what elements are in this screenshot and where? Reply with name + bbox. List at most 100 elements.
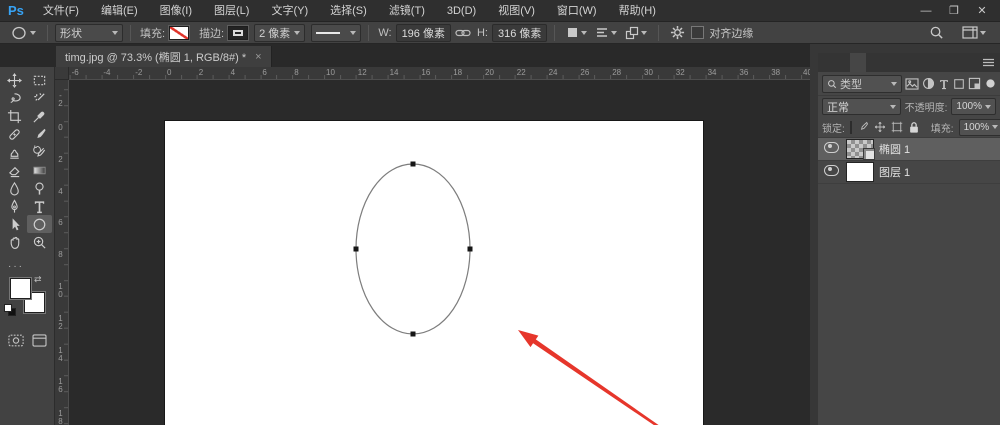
workspace-switcher-button[interactable] [962,26,986,39]
visibility-toggle[interactable] [822,142,841,156]
lock-all-icon[interactable] [908,121,920,134]
filter-shape-layers-icon[interactable] [953,77,965,91]
ruler-number: 24 [548,68,558,77]
fill-field[interactable]: 100% [958,118,1000,136]
tool-horizontal-type[interactable] [27,197,52,215]
horizontal-ruler[interactable]: -6 -4 -2 0 2 4 6 8 10 12 14 16 18 20 22 24 26 28 30 32 34 36 3… [69,67,810,80]
tool-zoom[interactable] [27,233,52,251]
align-edges-checkbox[interactable] [691,26,705,39]
menu-item[interactable]: 文件(F) [32,0,90,22]
panel-tab[interactable] [834,53,850,72]
stroke-style-select[interactable] [311,23,362,42]
lock-position-icon[interactable] [874,121,886,133]
close-button[interactable]: ✕ [968,0,996,22]
vertical-ruler[interactable]: -2 0 2 4 6 8 10 12 14 16 18 [55,80,69,425]
search-icon[interactable] [929,25,944,40]
lock-artboard-icon[interactable] [891,121,903,133]
workspace-icon [962,26,978,39]
anchor-point[interactable] [410,331,416,337]
filter-type-layers-icon[interactable] [938,77,950,91]
quick-mask-button[interactable] [8,334,24,347]
gear-icon [671,25,685,40]
tab-close-button[interactable]: × [255,51,261,63]
blend-mode-select[interactable]: 正常 [822,98,901,115]
tool-path-selection[interactable] [2,215,27,233]
menu-item[interactable]: 3D(D) [436,0,487,22]
minimize-button[interactable]: — [912,0,940,22]
menu-item[interactable]: 帮助(H) [608,0,667,22]
tool-brush[interactable] [27,125,52,143]
panel-tab[interactable] [882,53,898,72]
tool-blur[interactable] [2,179,27,197]
panel-menu-button[interactable] [982,53,1000,72]
tool-preset-picker[interactable] [10,26,36,40]
layer-thumbnail[interactable] [847,140,875,160]
ruler-origin-corner[interactable] [55,67,69,80]
geometry-options-button[interactable] [670,25,685,40]
menu-item[interactable]: 窗口(W) [546,0,608,22]
tool-eraser[interactable] [2,161,27,179]
menu-item[interactable]: 图层(L) [203,0,260,22]
tool-dodge[interactable] [27,179,52,197]
tool-move[interactable] [2,71,27,89]
filter-adjustment-layers-icon[interactable] [922,77,935,91]
edit-toolbar-ellipsis[interactable]: ··· [8,261,54,272]
tool-magic-wand[interactable] [27,89,52,107]
tool-clone-stamp[interactable] [2,143,27,161]
menu-item[interactable]: 视图(V) [487,0,546,22]
anchor-point[interactable] [353,246,359,252]
default-colors-icon[interactable] [4,304,16,316]
layer-row[interactable]: 椭圆 1 [818,138,1000,161]
ellipse-path[interactable] [355,163,471,335]
menu-item[interactable]: 编辑(E) [90,0,149,22]
layer-filter-toggle[interactable] [984,77,996,91]
width-label: W: [378,26,392,39]
shape-height-field[interactable]: 316 像素 [491,23,548,42]
menu-item[interactable]: 选择(S) [319,0,378,22]
tool-eyedropper[interactable] [27,107,52,125]
anchor-point[interactable] [410,161,416,167]
filter-type-select[interactable]: 类型 [822,74,902,93]
panel-tab[interactable] [850,53,866,72]
anchor-point[interactable] [467,246,473,252]
tool-gradient[interactable] [27,161,52,179]
layer-row[interactable]: 图层 1 [818,161,1000,184]
screen-mode-button[interactable] [32,334,47,347]
tool-lasso[interactable] [2,89,27,107]
shape-mode-select[interactable]: 形状 [55,23,123,42]
document-tab[interactable]: timg.jpg @ 73.3% (椭圆 1, RGB/8#) * × [56,46,272,67]
stroke-width-select[interactable]: 2 像素 [254,23,306,42]
stroke-swatch[interactable] [228,25,249,40]
tool-hand[interactable] [2,233,27,251]
filter-pixel-layers-icon[interactable] [905,77,919,91]
opacity-field[interactable]: 100% [951,98,996,115]
menu-item[interactable]: 滤镜(T) [378,0,436,22]
fill-swatch-none[interactable] [169,25,190,40]
menu-item[interactable]: 文字(Y) [260,0,319,22]
align-edges-label: 对齐边缘 [709,27,754,40]
tool-rectangular-marquee[interactable] [27,71,52,89]
tool-history-brush[interactable] [27,143,52,161]
swap-colors-icon[interactable]: ⇄ [34,274,42,285]
tool-pen[interactable] [2,197,27,215]
lock-transparent-pixels-icon[interactable] [849,120,852,134]
path-arrangement-button[interactable] [625,26,648,40]
layer-name: 椭圆 1 [879,144,911,156]
filter-smart-objects-icon[interactable] [968,77,981,91]
menu-item[interactable]: 图像(I) [149,0,203,22]
link-dimensions-button[interactable] [455,27,471,39]
path-operations-button[interactable] [566,26,588,39]
layer-thumbnail[interactable] [847,163,873,181]
shape-width-field[interactable]: 196 像素 [395,23,451,42]
restore-button[interactable]: ❐ [940,0,968,22]
tool-crop[interactable] [2,107,27,125]
tool-spot-healing-brush[interactable] [2,125,27,143]
visibility-toggle[interactable] [822,165,841,179]
foreground-color-swatch[interactable] [10,278,31,299]
panel-tab[interactable] [866,53,882,72]
panel-tab[interactable] [818,53,834,72]
lock-image-pixels-icon[interactable] [857,121,869,133]
path-alignment-button[interactable] [595,26,618,39]
document-canvas[interactable] [165,121,703,425]
tool-ellipse-shape[interactable] [27,215,52,233]
